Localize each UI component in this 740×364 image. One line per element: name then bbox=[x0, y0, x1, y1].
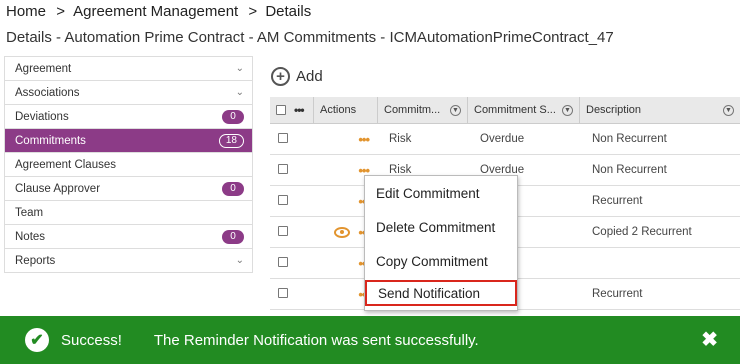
sidebar-item-reports[interactable]: Reports ⌄ bbox=[5, 249, 252, 273]
success-toast: ✔ Success! The Reminder Notification was… bbox=[0, 316, 740, 364]
close-icon[interactable]: ✖ bbox=[701, 330, 718, 350]
count-badge: 18 bbox=[218, 133, 244, 148]
sidebar-item-agreement-clauses[interactable]: Agreement Clauses bbox=[5, 153, 252, 177]
row-actions-icon[interactable]: ••• bbox=[358, 132, 370, 147]
row-checkbox[interactable] bbox=[278, 163, 288, 174]
eye-icon[interactable] bbox=[334, 226, 351, 238]
chevron-down-icon: ⌄ bbox=[235, 63, 244, 74]
header-commitment[interactable]: Commitm... ▼ bbox=[378, 97, 468, 123]
sidebar-item-agreement[interactable]: Agreement ⌄ bbox=[5, 57, 252, 81]
column-header-actions: Actions bbox=[320, 104, 357, 116]
toast-title: Success! bbox=[61, 331, 122, 349]
plus-circle-icon: + bbox=[271, 67, 290, 86]
sidebar-item-commitments[interactable]: Commitments 18 bbox=[5, 129, 252, 153]
description-cell: Non Recurrent bbox=[592, 133, 667, 145]
sidebar: Agreement ⌄ Associations ⌄ Deviations 0 … bbox=[4, 56, 253, 273]
check-circle-icon: ✔ bbox=[25, 328, 49, 352]
sidebar-item-notes[interactable]: Notes 0 bbox=[5, 225, 252, 249]
breadcrumb-home[interactable]: Home bbox=[6, 3, 46, 20]
sidebar-item-associations[interactable]: Associations ⌄ bbox=[5, 81, 252, 105]
header-actions: Actions bbox=[314, 97, 378, 123]
menu-item-delete-commitment[interactable]: Delete Commitment bbox=[365, 210, 517, 244]
sidebar-item-clause-approver[interactable]: Clause Approver 0 bbox=[5, 177, 252, 201]
description-cell: Recurrent bbox=[592, 195, 643, 207]
sidebar-item-label: Deviations bbox=[15, 110, 69, 123]
sidebar-item-label: Agreement Clauses bbox=[15, 158, 116, 171]
header-select-cell: ••• bbox=[270, 97, 314, 123]
menu-item-send-notification[interactable]: Send Notification bbox=[365, 280, 517, 306]
row-checkbox[interactable] bbox=[278, 256, 288, 267]
sidebar-item-label: Clause Approver bbox=[15, 182, 101, 195]
description-cell: Copied 2 Recurrent bbox=[592, 226, 692, 238]
table-row: ••• Risk Overdue Non Recurrent bbox=[270, 124, 740, 155]
breadcrumb-agreement-management[interactable]: Agreement Management bbox=[73, 3, 238, 20]
sidebar-item-label: Team bbox=[15, 206, 44, 219]
row-checkbox[interactable] bbox=[278, 287, 288, 298]
breadcrumb-details: Details bbox=[265, 3, 312, 20]
column-header-description: Description bbox=[586, 104, 642, 116]
add-button[interactable]: + Add bbox=[271, 67, 323, 86]
row-checkbox[interactable] bbox=[278, 225, 288, 236]
breadcrumb-separator: > bbox=[56, 3, 65, 20]
page-title: Details - Automation Prime Contract - AM… bbox=[6, 29, 614, 46]
sidebar-item-team[interactable]: Team bbox=[5, 201, 252, 225]
select-all-checkbox[interactable] bbox=[276, 105, 286, 115]
commitment-cell: Risk bbox=[389, 133, 412, 145]
filter-icon[interactable]: ▼ bbox=[562, 104, 573, 116]
count-badge: 0 bbox=[222, 229, 244, 244]
sidebar-item-label: Associations bbox=[15, 86, 80, 99]
row-context-menu: Edit Commitment Delete Commitment Copy C… bbox=[364, 175, 518, 311]
chevron-down-icon: ⌄ bbox=[235, 255, 244, 266]
chevron-down-icon: ⌄ bbox=[235, 87, 244, 98]
column-header-commitment-status: Commitment S... bbox=[474, 104, 556, 116]
breadcrumb-separator: > bbox=[248, 3, 258, 20]
filter-icon[interactable]: ▼ bbox=[723, 104, 734, 116]
row-checkbox[interactable] bbox=[278, 132, 288, 143]
count-badge: 0 bbox=[222, 181, 244, 196]
more-options-icon[interactable]: ••• bbox=[294, 103, 305, 117]
status-cell: Overdue bbox=[480, 133, 525, 145]
column-header-commitment: Commitm... bbox=[384, 104, 441, 116]
header-commitment-status[interactable]: Commitment S... ▼ bbox=[468, 97, 580, 123]
sidebar-item-label: Notes bbox=[15, 230, 46, 243]
grid-header: ••• Actions Commitm... ▼ Commitment S...… bbox=[270, 97, 740, 124]
add-button-label: Add bbox=[296, 68, 323, 85]
description-cell: Recurrent bbox=[592, 288, 643, 300]
description-cell: Non Recurrent bbox=[592, 164, 667, 176]
sidebar-item-label: Reports bbox=[15, 254, 56, 267]
menu-item-copy-commitment[interactable]: Copy Commitment bbox=[365, 244, 517, 278]
sidebar-item-label: Commitments bbox=[15, 134, 86, 147]
sidebar-item-deviations[interactable]: Deviations 0 bbox=[5, 105, 252, 129]
count-badge: 0 bbox=[222, 109, 244, 124]
menu-item-edit-commitment[interactable]: Edit Commitment bbox=[365, 176, 517, 210]
breadcrumb: Home > Agreement Management > Details bbox=[6, 3, 311, 20]
row-checkbox[interactable] bbox=[278, 194, 288, 205]
toast-message: The Reminder Notification was sent succe… bbox=[153, 331, 479, 349]
filter-icon[interactable]: ▼ bbox=[450, 104, 461, 116]
header-description[interactable]: Description ▼ bbox=[580, 97, 740, 123]
sidebar-item-label: Agreement bbox=[15, 62, 72, 75]
